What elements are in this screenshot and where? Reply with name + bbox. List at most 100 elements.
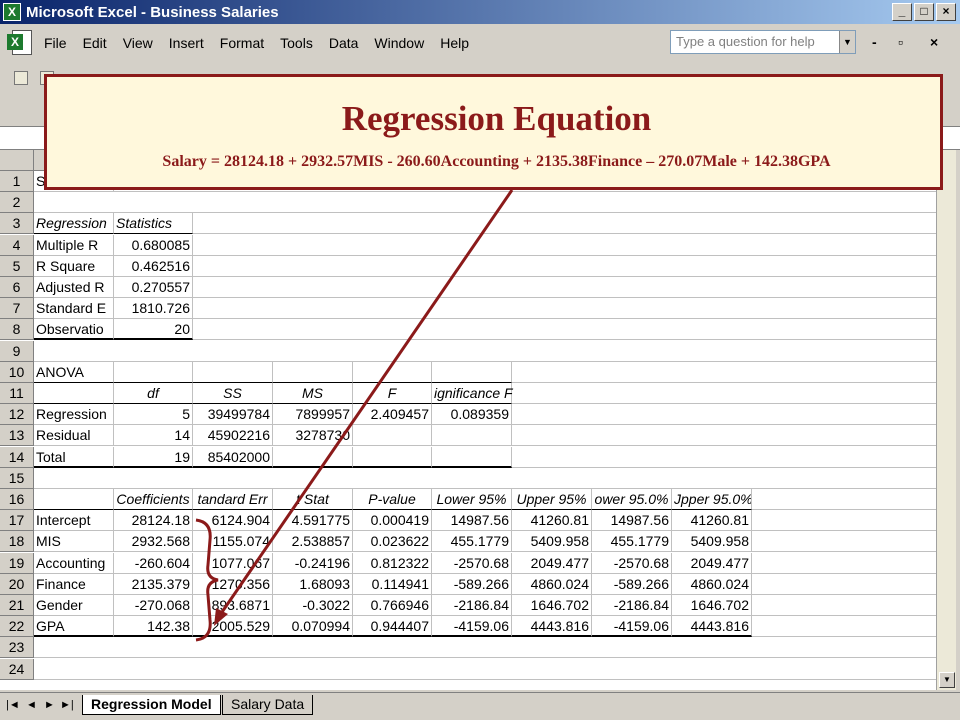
doc-restore-button[interactable]: ▫ — [898, 34, 903, 50]
doc-minimize-button[interactable]: - — [872, 34, 877, 50]
cell[interactable] — [432, 361, 512, 383]
coef-value[interactable]: 1.68093 — [273, 573, 353, 595]
coef-value[interactable]: 1270.356 — [193, 573, 273, 595]
maximize-button[interactable]: □ — [914, 3, 934, 21]
regstats-label[interactable]: Multiple R — [34, 234, 114, 256]
coef-value[interactable]: 1646.702 — [672, 595, 752, 616]
row-header[interactable]: 20 — [0, 573, 34, 595]
coef-header[interactable]: tandard Err — [193, 489, 273, 510]
coef-value[interactable]: 2.538857 — [273, 531, 353, 553]
coef-value[interactable]: 4443.816 — [512, 616, 592, 638]
regstats-label[interactable]: Adjusted R — [34, 277, 114, 298]
row-header[interactable]: 4 — [0, 234, 34, 256]
row-header[interactable]: 15 — [0, 467, 34, 489]
cell[interactable] — [34, 383, 114, 404]
regstats-value[interactable]: 0.680085 — [114, 234, 193, 256]
coef-header[interactable]: Upper 95% — [512, 489, 592, 510]
coef-value[interactable]: 1077.067 — [193, 552, 273, 574]
cell[interactable] — [193, 361, 273, 383]
workbook-icon[interactable]: X — [6, 28, 36, 58]
regstats-label[interactable]: Observatio — [34, 319, 114, 341]
menu-file[interactable]: File — [44, 35, 67, 51]
coef-value[interactable]: 4860.024 — [672, 573, 752, 595]
coef-value[interactable]: -589.266 — [432, 573, 512, 595]
row-header[interactable]: 16 — [0, 489, 34, 510]
cell[interactable] — [114, 361, 193, 383]
row-header[interactable]: 2 — [0, 192, 34, 214]
row-header[interactable]: 3 — [0, 213, 34, 235]
row-header[interactable]: 1 — [0, 171, 34, 192]
coef-value[interactable]: 0.766946 — [353, 595, 432, 616]
coef-value[interactable]: -0.24196 — [273, 552, 353, 574]
coef-value[interactable]: 2005.529 — [193, 616, 273, 638]
cell[interactable] — [34, 489, 114, 510]
anova-header[interactable]: df — [114, 383, 193, 404]
coef-header[interactable]: Coefficients — [114, 489, 193, 510]
row-header[interactable]: 5 — [0, 255, 34, 277]
menu-data[interactable]: Data — [329, 35, 359, 51]
coef-value[interactable]: 5409.958 — [512, 531, 592, 553]
coef-label[interactable]: Finance — [34, 573, 114, 595]
coef-value[interactable]: 1155.074 — [193, 531, 273, 553]
anova-header[interactable]: SS — [193, 383, 273, 404]
row-header[interactable]: 21 — [0, 595, 34, 616]
coef-value[interactable]: 0.812322 — [353, 552, 432, 574]
coef-label[interactable]: Accounting — [34, 552, 114, 574]
coef-header[interactable]: ower 95.0% — [592, 489, 672, 510]
new-icon[interactable] — [14, 71, 28, 85]
row-header[interactable]: 17 — [0, 510, 34, 532]
coef-value[interactable]: 0.944407 — [353, 616, 432, 638]
coef-header[interactable]: t Stat — [273, 489, 353, 510]
coef-value[interactable]: 28124.18 — [114, 510, 193, 532]
next-sheet-icon[interactable]: ► — [44, 699, 55, 711]
close-button[interactable]: × — [936, 3, 956, 21]
coef-value[interactable]: 2049.477 — [672, 552, 752, 574]
anova-value[interactable]: 2.409457 — [353, 404, 432, 426]
anova-value[interactable]: 85402000 — [193, 446, 273, 468]
cell[interactable] — [273, 361, 353, 383]
row-header[interactable]: 6 — [0, 277, 34, 298]
coef-header[interactable]: P-value — [353, 489, 432, 510]
row-header[interactable]: 23 — [0, 637, 34, 659]
coef-label[interactable]: Intercept — [34, 510, 114, 532]
prev-sheet-icon[interactable]: ◄ — [26, 699, 37, 711]
coef-value[interactable]: 0.000419 — [353, 510, 432, 532]
regstats-header[interactable]: Statistics — [114, 213, 193, 235]
first-sheet-icon[interactable]: |◄ — [6, 699, 20, 711]
menu-tools[interactable]: Tools — [280, 35, 313, 51]
minimize-button[interactable]: _ — [892, 3, 912, 21]
anova-label[interactable]: Residual — [34, 425, 114, 447]
coef-value[interactable]: 2932.568 — [114, 531, 193, 553]
regstats-label[interactable]: R Square — [34, 255, 114, 277]
coef-value[interactable]: 455.1779 — [432, 531, 512, 553]
tab-salary-data[interactable]: Salary Data — [222, 695, 314, 715]
anova-label[interactable]: Total — [34, 446, 114, 468]
regstats-value[interactable]: 0.270557 — [114, 277, 193, 298]
anova-value[interactable] — [353, 446, 432, 468]
row-header[interactable]: 13 — [0, 425, 34, 447]
regstats-value[interactable]: 20 — [114, 319, 193, 341]
anova-value[interactable] — [353, 425, 432, 447]
row-header[interactable]: 8 — [0, 319, 34, 341]
coef-value[interactable]: -0.3022 — [273, 595, 353, 616]
anova-value[interactable]: 5 — [114, 404, 193, 426]
worksheet-grid[interactable]: 1 S 2 3 Regression Statistics 4 Multiple R 0.680… — [0, 150, 936, 690]
row-header[interactable]: 24 — [0, 658, 34, 680]
last-sheet-icon[interactable]: ►| — [60, 699, 74, 711]
anova-value[interactable]: 7899957 — [273, 404, 353, 426]
anova-header[interactable]: MS — [273, 383, 353, 404]
coef-value[interactable]: 0.070994 — [273, 616, 353, 638]
anova-value[interactable] — [432, 425, 512, 447]
coef-value[interactable]: 1646.702 — [512, 595, 592, 616]
coef-value[interactable]: 41260.81 — [512, 510, 592, 532]
select-all-corner[interactable] — [0, 150, 34, 171]
coef-label[interactable]: GPA — [34, 616, 114, 638]
regstats-value[interactable]: 0.462516 — [114, 255, 193, 277]
coef-value[interactable]: 4860.024 — [512, 573, 592, 595]
coef-value[interactable]: 142.38 — [114, 616, 193, 638]
tab-regression-model[interactable]: Regression Model — [82, 695, 221, 715]
scroll-down-icon[interactable]: ▼ — [939, 672, 955, 688]
coef-value[interactable]: 455.1779 — [592, 531, 672, 553]
menu-insert[interactable]: Insert — [169, 35, 204, 51]
anova-value[interactable]: 19 — [114, 446, 193, 468]
